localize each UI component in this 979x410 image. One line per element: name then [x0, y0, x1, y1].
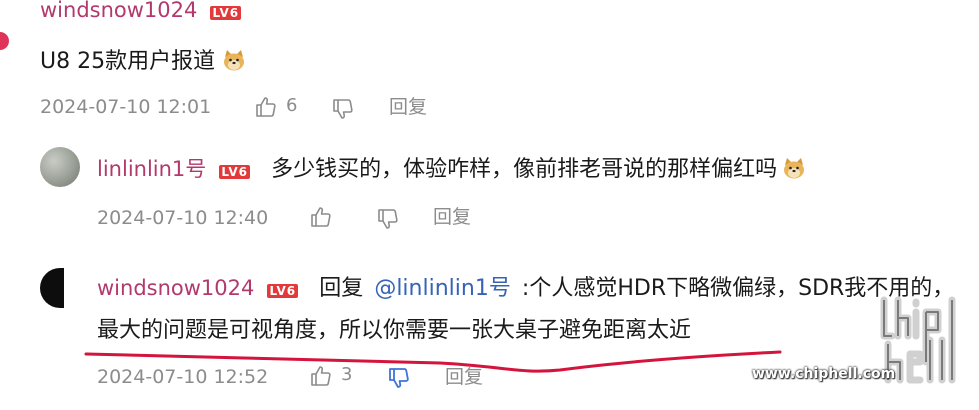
dislike-icon[interactable] — [387, 366, 411, 390]
like-icon[interactable] — [309, 364, 333, 388]
reply-button[interactable]: 回复 — [445, 364, 483, 390]
underline-annotation — [84, 350, 782, 373]
timestamp: 2024-07-10 12:52 — [97, 366, 269, 388]
like-count: 3 — [341, 364, 353, 385]
watermark-url: www.chiphell.com — [752, 366, 896, 382]
